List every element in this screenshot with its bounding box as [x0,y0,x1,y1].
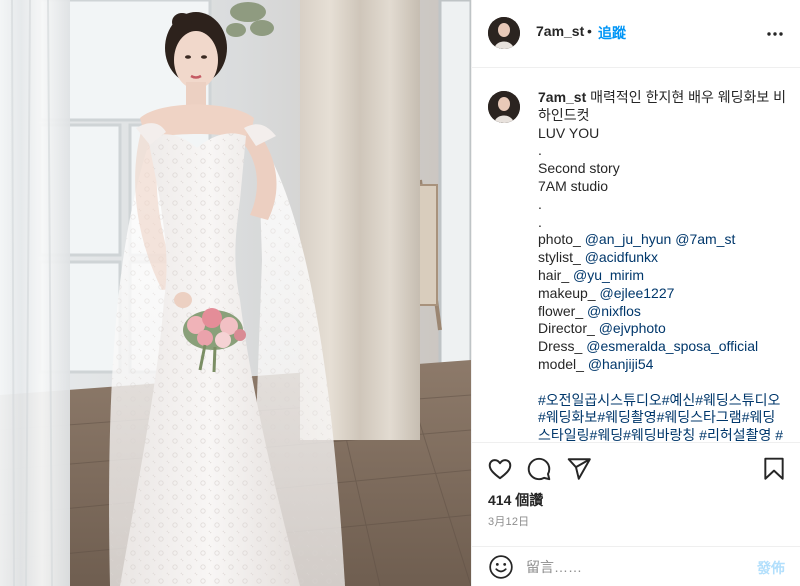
mention-link[interactable]: @an_ju_hyun [585,231,672,247]
likes-count[interactable]: 414 個讚 [488,490,543,510]
wedding-photo-image [0,0,471,586]
post-header: 7am_st • 追蹤 [472,0,800,68]
credit-flower: flower_ @nixflos [538,303,788,321]
credit-label: photo_ [538,231,585,248]
header-separator: • [587,23,592,39]
comment-button[interactable] [526,456,552,482]
paper-plane-icon [567,458,591,480]
emoji-button[interactable] [488,554,514,580]
hashtag-link[interactable]: #웨딩스튜디오 [695,392,780,408]
hashtag-link[interactable]: #웨딩촬영 [597,409,656,425]
heart-icon [488,459,512,480]
credit-model: model_ @hanjiji54 [538,356,788,374]
smiley-icon [489,555,513,579]
credit-label: Dress_ [538,338,587,355]
more-horizontal-icon [767,32,783,36]
avatar[interactable] [488,17,520,49]
credit-label: flower_ [538,302,588,319]
avatar-image [488,91,520,123]
save-button[interactable] [761,456,787,482]
action-bar: 414 個讚 3月12日 [472,442,800,546]
credit-director: Director_ @ejvphoto [538,320,788,338]
caption-line: . [538,142,542,159]
mention-link[interactable]: @ejvphoto [599,320,666,336]
credit-label: makeup_ [538,284,600,301]
comment-input[interactable] [526,555,726,579]
caption-line: . [538,213,542,230]
header-username-link[interactable]: 7am_st [536,23,584,39]
hashtag-link[interactable]: #오전일곱시스튜디오 [538,392,662,408]
post-photo[interactable] [0,0,471,586]
credit-label: hair_ [538,266,574,283]
credit-makeup: makeup_ @ejlee1227 [538,285,788,303]
mention-link[interactable]: @hanjiji54 [588,356,654,372]
post-date[interactable]: 3月12日 [488,513,529,529]
credit-label: Director_ [538,320,599,337]
caption-scroll-area[interactable]: 7am_st 매력적인 한지현 배우 웨딩화보 비하인드컷 LUV YOU . … [472,69,800,441]
caption-line: LUV YOU [538,124,600,141]
comment-bar: 發佈 [472,546,800,586]
credit-hair: hair_ @yu_mirim [538,267,788,285]
share-button[interactable] [566,456,592,482]
caption-line: 7AM studio [538,177,609,194]
caption-avatar[interactable] [488,91,520,123]
hashtag-link[interactable]: #웨딩바랑칭 [623,427,695,441]
credit-stylist: stylist_ @acidfunkx [538,249,788,267]
hashtag-link[interactable]: #웨딩화보 [538,409,597,425]
follow-button[interactable]: 追蹤 [598,23,626,43]
bookmark-icon [764,457,784,480]
mention-link[interactable]: @7am_st [675,231,735,247]
hashtag-block: #오전일곱시스튜디오#예신#웨딩스튜디오 #웨딩화보#웨딩촬영#웨딩스타그램 #웨딩… [538,392,788,441]
post-side-panel: 7am_st • 追蹤 7am_st 매력적인 한지현 배우 웨딩화보 비하인드… [471,0,800,586]
caption-line: Second story [538,160,620,177]
avatar-image [488,17,520,49]
hashtag-link[interactable]: #웨딩스타그램 [657,409,742,425]
hashtag-link[interactable]: #예신 [662,392,696,408]
comment-bubble-icon [527,457,551,481]
caption-text: 7am_st 매력적인 한지현 배우 웨딩화보 비하인드컷 LUV YOU . … [538,89,788,441]
post-comment-button[interactable]: 發佈 [757,558,785,578]
caption-username-link[interactable]: 7am_st [538,89,586,105]
credit-photo: photo_ @an_ju_hyun @7am_st [538,231,788,249]
mention-link[interactable]: @esmeralda_sposa_official [586,338,758,354]
more-options-button[interactable] [763,22,787,46]
hashtag-link[interactable]: #리허설촬영 [699,427,771,441]
credit-label: model_ [538,355,588,372]
credit-dress: Dress_ @esmeralda_sposa_official [538,338,788,356]
mention-link[interactable]: @yu_mirim [573,267,644,283]
mention-link[interactable]: @ejlee1227 [599,285,674,301]
hashtag-link[interactable]: #웨딩 [590,427,624,441]
mention-link[interactable]: @acidfunkx [585,249,658,265]
credit-label: stylist_ [538,249,585,266]
like-button[interactable] [487,456,513,482]
mention-link[interactable]: @nixflos [587,303,641,319]
caption-line: . [538,195,542,212]
